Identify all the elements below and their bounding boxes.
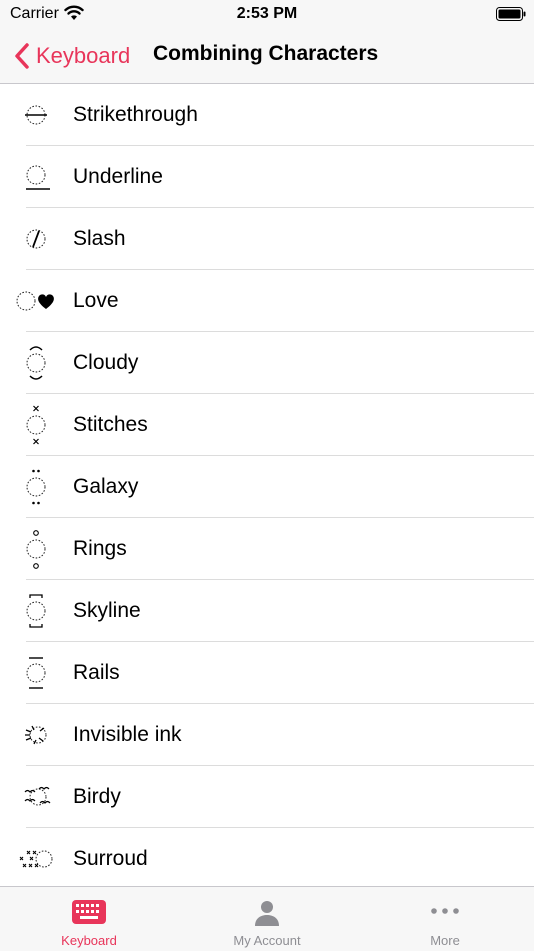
tab-label: Keyboard [61,933,117,948]
list-item-label: Slash [73,227,126,250]
rings-icon [26,530,46,569]
back-label: Keyboard [36,43,131,68]
birdy-icon [24,786,51,806]
surround-icon [19,850,53,868]
list-item-galaxy[interactable]: Galaxy [0,456,534,518]
slash-icon [26,229,46,249]
list-item-surround[interactable]: Surroud [0,828,534,886]
person-icon [255,901,279,926]
underline-icon [26,165,50,190]
list-item-label: Galaxy [73,475,139,498]
rails-icon [26,657,46,689]
list-item-love[interactable]: Love [0,270,534,332]
galaxy-icon [26,469,46,505]
list-item-slash[interactable]: Slash [0,208,534,270]
list-item-label: Stitches [73,413,148,436]
list-item-label: Skyline [73,599,141,622]
list-item-rings[interactable]: Rings [0,518,534,580]
strikethrough-icon [25,105,47,125]
navigation-bar: Keyboard Combining Characters [0,30,534,84]
status-time: 2:53 PM [236,5,298,22]
list-item-rails[interactable]: Rails [0,642,534,704]
list-item-label: Surroud [73,847,148,870]
combining-characters-list: Strikethrough Underline Slash Love Cloud… [0,84,534,886]
list-item-label: Strikethrough [73,103,198,126]
keyboard-icon [72,900,106,924]
cloudy-icon [26,346,46,380]
tab-label: My Account [233,933,301,948]
list-item-label: Cloudy [73,351,139,374]
tab-bar: Keyboard My Account More [0,886,534,951]
tab-label: More [430,933,460,948]
list-item-invisible-ink[interactable]: Invisible ink [0,704,534,766]
status-bar: Carrier 2:53 PM [0,0,534,30]
tab-more[interactable]: More [356,887,534,951]
stitches-icon [26,405,46,445]
battery-icon [496,7,526,21]
list-item-label: Underline [73,165,163,188]
back-button[interactable]: Keyboard [14,38,130,74]
tab-keyboard[interactable]: Keyboard [0,887,178,951]
list-item-birdy[interactable]: Birdy [0,766,534,828]
tab-my-account[interactable]: My Account [178,887,356,951]
love-icon [16,291,54,311]
page-title: Combining Characters [153,42,379,65]
list-item-stitches[interactable]: Stitches [0,394,534,456]
invisible-ink-icon [25,725,47,745]
skyline-icon [26,594,46,628]
list-item-label: Rings [73,537,127,560]
list-item-cloudy[interactable]: Cloudy [0,332,534,394]
list-item-label: Invisible ink [73,723,182,746]
list-item-skyline[interactable]: Skyline [0,580,534,642]
list-item-underline[interactable]: Underline [0,146,534,208]
more-icon [431,908,459,914]
list-item-label: Rails [73,661,120,684]
list-item-label: Birdy [73,785,121,808]
list-item-label: Love [73,289,119,312]
chevron-left-icon [15,43,29,69]
list-item-strikethrough[interactable]: Strikethrough [0,84,534,146]
